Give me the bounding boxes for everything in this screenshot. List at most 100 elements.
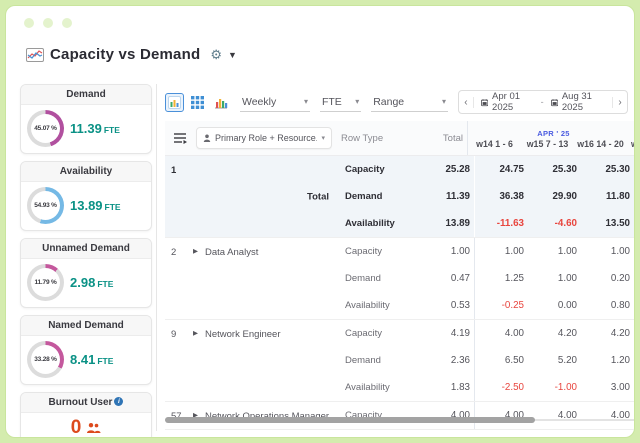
week-cell: 0.80 [610,300,630,311]
row-type-cell: Availability [345,300,390,311]
metric-card: Unnamed Demand 11.79 % 2.98 FTE [20,238,152,308]
donut-percent: 33.28 % [34,356,57,363]
table-group: 9 ▶ Network Engineer Capacity 4.19 4.00 4.20 4.… [165,320,634,402]
metric-value: 8.41 [70,351,96,367]
group-total-label: Total [307,191,329,202]
line-chart-icon [26,47,44,62]
week-cell: -11.63 [496,218,524,229]
week-cell: 24.75 [499,164,524,175]
row-type-cell: Capacity [345,328,382,339]
expand-caret-icon[interactable]: ▶ [193,247,198,255]
week-cell: 1.00 [504,246,524,257]
group-name[interactable]: Data Analyst [205,247,258,258]
table-row[interactable]: Capacity 4.00 4.00 4.00 4.00 [337,402,634,429]
metric-card-title: Demand [21,85,151,105]
total-cell: 13.89 [445,218,470,229]
role-icon [203,134,211,142]
metric-value: 13.89 [70,197,103,213]
week-cell: 1.00 [557,246,577,257]
burnout-count: 0 [70,417,82,438]
metric-unit: FTE [104,201,121,212]
week-cell: 25.30 [552,164,577,175]
week-header: w16 14 - 20 [577,138,624,149]
week-cell: -1.00 [554,382,577,393]
row-type-cell: Availability [345,382,390,393]
app-window: Capacity vs Demand ⚙ ▼ Demand 45.07 % 11.3… [5,5,635,438]
week-cell: 5.20 [557,355,577,366]
week-cell: 3.00 [610,382,630,393]
chevron-down-icon: ▾ [355,97,360,106]
total-cell: 25.28 [445,164,470,175]
grid-view-icon[interactable] [188,93,207,112]
burnout-users-icon [86,422,101,434]
group-name[interactable]: Network Engineer [205,329,281,340]
range-select[interactable]: Range ▾ [371,92,448,112]
chevron-down-icon: ▾ [303,97,308,106]
date-range-picker: ‹ Apr 01 2025 - Aug 31 2025 › [457,90,628,114]
total-cell: 11.39 [446,191,470,202]
week-cell: 1.25 [504,273,524,284]
sidebar: Demand 45.07 % 11.39 FTE Availability 54.93 %… [20,84,152,438]
table-row[interactable]: Availability 13.89 -11.63 -4.60 13.50 [337,210,634,237]
table-body: 1 Total Capacity 25.28 24.75 25.30 25.30 Demand… [165,156,634,430]
week-cell: 36.38 [499,191,524,202]
unit-select[interactable]: FTE ▾ [319,92,362,112]
table-row[interactable]: Demand 0.47 1.25 1.00 0.20 [337,265,634,292]
prev-period-button[interactable]: ‹ [459,96,474,108]
table-group: 2 ▶ Data Analyst Capacity 1.00 1.00 1.00 1.00 De… [165,238,634,320]
period-select[interactable]: Weekly ▾ [240,92,310,112]
row-type-cell: Demand [345,273,381,284]
title-dropdown-caret-icon[interactable]: ▼ [228,50,237,60]
table-row[interactable]: Availability 1.83 -2.50 -1.00 3.00 [337,374,634,401]
settings-gear-icon[interactable]: ⚙ [210,47,222,63]
week-cell: 1.20 [610,355,630,366]
donut-gauge: 45.07 % [27,110,64,147]
metric-card-title: Unnamed Demand [21,239,151,259]
expand-rows-icon[interactable] [173,132,188,144]
calendar-icon [480,98,489,106]
total-cell: 1.83 [450,382,470,393]
donut-percent: 11.79 % [34,279,57,286]
expand-caret-icon[interactable]: ▶ [193,329,198,337]
next-period-button[interactable]: › [612,96,627,108]
window-controls [24,18,72,28]
scrollbar-thumb[interactable] [165,417,535,423]
table-row[interactable]: Capacity 25.28 24.75 25.30 25.30 [337,156,634,183]
bar-chart-view-icon[interactable] [211,93,230,112]
total-cell: 0.47 [450,273,470,284]
table-row[interactable]: Availability 0.53 -0.25 0.00 0.80 [337,292,634,319]
total-cell: 2.36 [450,355,470,366]
month-label: APR ' 25 [537,128,570,138]
main-panel: Weekly ▾ FTE ▾ Range ▾ ‹ Apr 01 2025 - Aug … [156,84,634,431]
metric-value: 2.98 [70,274,96,290]
total-cell: 0.53 [450,300,470,311]
week-cell: 0.20 [610,273,630,284]
donut-gauge: 54.93 % [27,187,64,224]
chevron-down-icon: ▾ [321,135,325,142]
burnout-card: Burnout Useri 0 out of 30 [20,392,152,438]
metric-unit: FTE [97,278,114,289]
metric-unit: FTE [103,124,120,135]
table-group: 57▶Network Operations ManagerCapacity4.0… [165,402,634,430]
table-row[interactable]: Capacity 4.19 4.00 4.20 4.20 [337,320,634,347]
sheet-view-icon[interactable] [165,92,184,112]
info-icon[interactable]: i [114,397,124,406]
week-cell: 11.80 [606,191,630,202]
group-by-select[interactable]: Primary Role + Resource... ▾ [196,127,332,149]
window-dot-icon [62,18,72,28]
metric-card-title: Availability [21,162,151,182]
week-cell: -2.50 [501,382,524,393]
date-from-field[interactable]: Apr 01 2025 [474,91,541,113]
table-row[interactable]: Demand 11.39 36.38 29.90 11.80 [337,183,634,210]
total-cell: 4.19 [450,328,470,339]
total-cell: 1.00 [450,246,470,257]
row-type-cell: Demand [345,191,383,202]
date-to-field[interactable]: Aug 31 2025 [544,91,613,113]
table-row[interactable]: Capacity 1.00 1.00 1.00 1.00 [337,238,634,265]
table-row[interactable]: Demand 2.36 6.50 5.20 1.20 [337,347,634,374]
week-cell: 4.20 [610,328,630,339]
donut-percent: 54.93 % [34,202,57,209]
donut-percent: 45.07 % [34,125,57,132]
table-header: Primary Role + Resource... ▾ Row Type To… [165,121,634,156]
burnout-card-title: Burnout User i [21,393,151,413]
